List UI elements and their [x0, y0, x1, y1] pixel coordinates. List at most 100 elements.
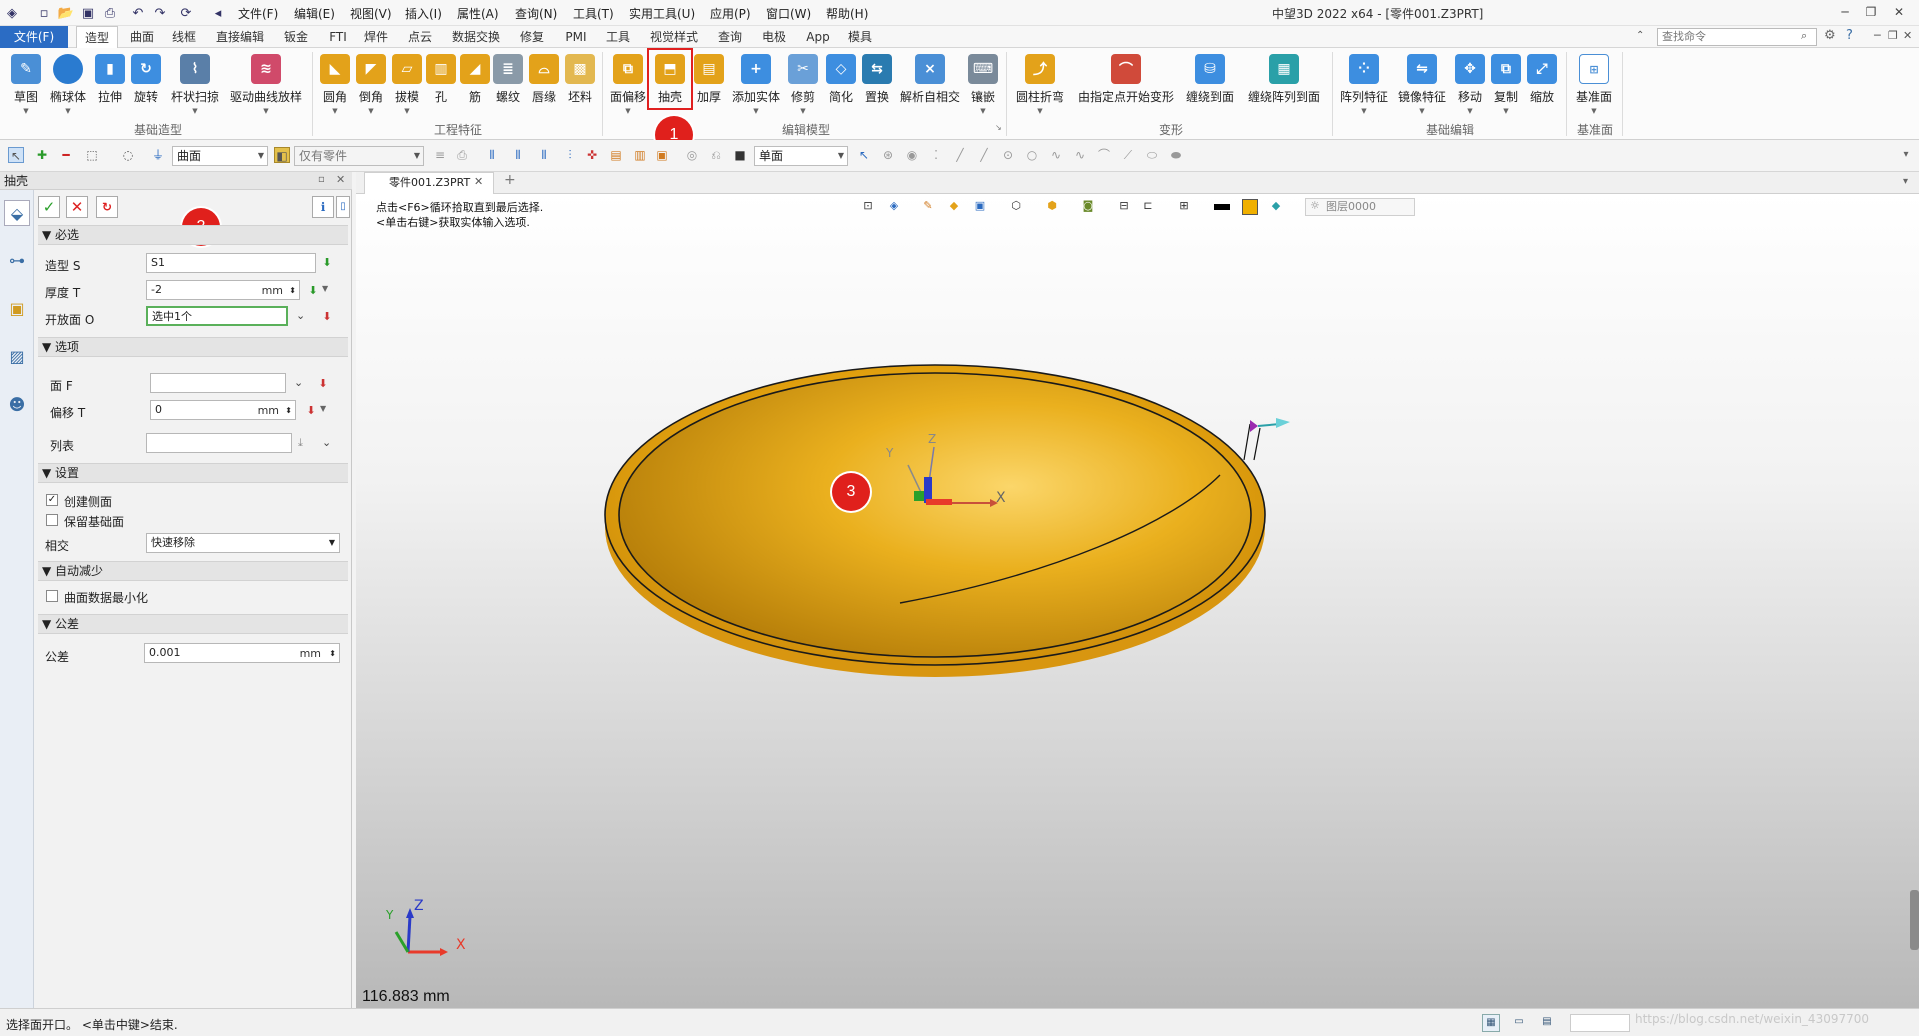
new-tab-icon[interactable]: + — [504, 172, 516, 188]
remove-selection-icon[interactable]: ━ — [58, 147, 74, 163]
list-field[interactable] — [146, 433, 292, 453]
ribbon-btn-extrude[interactable]: ▮ 拉伸 — [94, 52, 126, 122]
assembly-icon[interactable]: ▤ — [608, 147, 624, 163]
menu-apps[interactable]: 应用(P) — [710, 5, 751, 22]
view-cube-icon[interactable]: ⬡ — [1008, 198, 1024, 214]
minimize-icon[interactable]: ─ — [1835, 3, 1855, 21]
status-input[interactable] — [1570, 1014, 1630, 1032]
ribbon-btn-fillet[interactable]: ◣ 圆角 ▼ — [318, 52, 352, 122]
open-file-icon[interactable]: 📂 — [58, 5, 74, 21]
part-manager-icon[interactable]: ▣ — [4, 296, 30, 322]
ribbon-btn-draft[interactable]: ▱ 拔模 ▼ — [390, 52, 424, 122]
tab-inquire[interactable]: 查询 — [712, 26, 748, 48]
view-mode-combo[interactable]: 单面 ▼ — [754, 146, 848, 166]
undo-icon[interactable]: ↶ — [130, 5, 146, 21]
add-selection-icon[interactable]: ✚ — [34, 147, 50, 163]
offset-spinner-icon[interactable]: ⬍ — [285, 402, 292, 420]
visual-manager-icon[interactable]: ▨ — [4, 344, 30, 370]
section-tolerance[interactable]: ▼ 公差 — [38, 614, 348, 634]
shape-pick-icon[interactable]: ⬇ — [320, 256, 334, 270]
print-filter-icon[interactable]: ⎙ — [454, 147, 470, 163]
ribbon-btn-sketch[interactable]: ✎ 草图 ▼ — [8, 52, 44, 122]
new-file-icon[interactable]: ▫ — [36, 5, 52, 21]
tab-fti[interactable]: FTI — [322, 26, 354, 48]
tab-file[interactable]: 文件(F) — [0, 26, 68, 48]
ribbon-btn-driven-loft[interactable]: ≋ 驱动曲线放样 ▼ — [228, 52, 304, 122]
filter-icon[interactable]: ⏚ — [150, 147, 166, 163]
ribbon-btn-copy[interactable]: ⧉ 复制 ▼ — [1490, 52, 1522, 122]
snap-circle-center-icon[interactable]: ⊙ — [1000, 147, 1016, 163]
ribbon-btn-deform-from-point[interactable]: ⌒ 由指定点开始变形 — [1074, 52, 1178, 122]
doc-minimize-icon[interactable]: ─ — [1874, 29, 1881, 42]
regenerate-icon[interactable]: ⟳ — [178, 5, 194, 21]
ribbon-btn-simplify[interactable]: ◇ 简化 — [824, 52, 858, 122]
part-scope-icon[interactable]: ◧ — [274, 147, 290, 163]
section-settings[interactable]: ▼ 设置 — [38, 463, 348, 483]
face-field[interactable] — [150, 373, 286, 393]
face-color-swatch[interactable] — [1242, 199, 1258, 215]
history-tree-icon[interactable]: ⊶ — [4, 248, 30, 274]
group-expand-icon[interactable]: ↘ — [995, 123, 1002, 132]
tab-point-cloud[interactable]: 点云 — [402, 26, 438, 48]
ribbon-btn-lip[interactable]: ⌓ 唇缘 — [528, 52, 560, 122]
display-mode-icon[interactable]: ▣ — [972, 198, 988, 214]
section-options[interactable]: ▼ 选项 — [38, 337, 348, 357]
align-center-icon[interactable]: ⫴ — [510, 147, 526, 163]
help-doc-button[interactable]: ▯ — [336, 196, 350, 218]
view-orient-icon[interactable]: ◈ — [886, 198, 902, 214]
line-color-swatch[interactable] — [1214, 204, 1230, 210]
snap-tangent-icon[interactable]: ∿ — [1048, 147, 1064, 163]
ribbon-btn-scale[interactable]: ⤢ 缩放 — [1526, 52, 1558, 122]
ribbon-btn-mirror-feature[interactable]: ⇋ 镜像特征 ▼ — [1396, 52, 1448, 122]
ribbon-btn-inlay[interactable]: ⌨ 镶嵌 ▼ — [966, 52, 1000, 122]
ribbon-btn-hole[interactable]: ▥ 孔 — [426, 52, 456, 122]
feature-manager-icon[interactable]: ⬙ — [4, 200, 30, 226]
selection-mode-icon[interactable]: ⬚ — [84, 147, 100, 163]
menu-tools[interactable]: 工具(T) — [573, 5, 614, 22]
status-layout-icon[interactable]: ▦ — [1482, 1014, 1500, 1032]
offset-options-icon[interactable]: ▼ — [320, 404, 326, 413]
thickness-pick-icon[interactable]: ⬇ — [306, 284, 320, 298]
ribbon-btn-chamfer[interactable]: ◤ 倒角 ▼ — [354, 52, 388, 122]
redo-icon[interactable]: ↷ — [152, 5, 168, 21]
ribbon-btn-trim[interactable]: ✂ 修剪 ▼ — [786, 52, 820, 122]
offset-pick-icon[interactable]: ⬇ — [304, 404, 318, 418]
face-pick-icon[interactable]: ⬇ — [316, 377, 330, 391]
snap-points-icon[interactable]: ⁚ — [928, 147, 944, 163]
shape-field[interactable]: S1 — [146, 253, 316, 273]
tab-tools[interactable]: 工具 — [600, 26, 636, 48]
align-right-icon[interactable]: ⫴ — [536, 147, 552, 163]
scope-combo[interactable]: 仅有零件 ▼ — [294, 146, 424, 166]
tab-sheet-metal[interactable]: 钣金 — [278, 26, 314, 48]
open-face-pick-icon[interactable]: ⬇ — [320, 310, 334, 324]
menu-attribute[interactable]: 属性(A) — [457, 5, 499, 22]
ribbon-btn-wrap-pattern-to-face[interactable]: ▦ 缠绕阵列到面 — [1242, 52, 1326, 122]
section-required[interactable]: ▼ 必选 — [38, 225, 348, 245]
tab-visual-style[interactable]: 视觉样式 — [644, 26, 704, 48]
command-search-input[interactable]: 查找命令 — [1657, 28, 1817, 46]
menu-help[interactable]: 帮助(H) — [826, 5, 868, 22]
ribbon-btn-add-solid[interactable]: + 添加实体 ▼ — [730, 52, 782, 122]
filter-combo[interactable]: 曲面 ▼ — [172, 146, 268, 166]
lasso-icon[interactable]: ◌ — [120, 147, 136, 163]
snap-curve-icon[interactable]: ∿ — [1072, 147, 1088, 163]
menu-window[interactable]: 窗口(W) — [766, 5, 811, 22]
menu-file[interactable]: 文件(F) — [238, 5, 278, 22]
intersect-select[interactable]: 快速移除 ▼ — [146, 533, 340, 553]
snap-grid-icon[interactable]: ⊛ — [880, 147, 896, 163]
ribbon-btn-move[interactable]: ✥ 移动 ▼ — [1454, 52, 1486, 122]
back-arrow-icon[interactable]: ◂ — [210, 5, 226, 21]
direction-handle[interactable] — [1236, 410, 1296, 470]
pencil-icon[interactable]: ✎ — [920, 198, 936, 214]
align-view-icon[interactable]: ⊞ — [1176, 198, 1192, 214]
snap-line-icon[interactable]: ╱ — [952, 147, 968, 163]
keep-base-checkbox[interactable] — [46, 514, 58, 526]
snap-center-icon[interactable]: ◉ — [904, 147, 920, 163]
component-icon[interactable]: ▥ — [632, 147, 648, 163]
shaded-icon[interactable]: ◆ — [946, 198, 962, 214]
measure-icon[interactable]: ⊏ — [1140, 198, 1156, 214]
menu-insert[interactable]: 插入(I) — [405, 5, 442, 22]
tab-weldment[interactable]: 焊件 — [358, 26, 394, 48]
view-toggle-icon[interactable]: ■ — [732, 147, 748, 163]
menu-edit[interactable]: 编辑(E) — [294, 5, 335, 22]
